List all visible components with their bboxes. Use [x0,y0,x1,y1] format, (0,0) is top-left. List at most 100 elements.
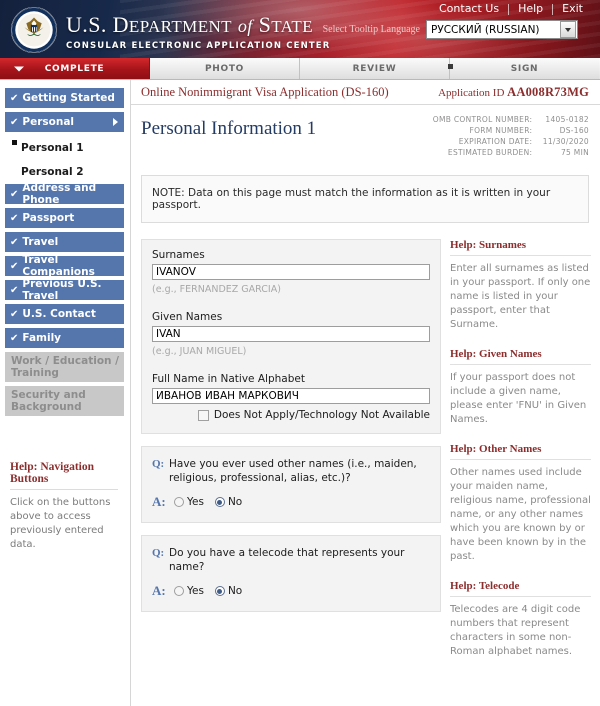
expiration-date-label: EXPIRATION DATE: [458,137,533,146]
telecode-question: Q: Do you have a telecode that represent… [141,535,441,612]
sidebar-subitem-personal-1[interactable]: Personal 1 [5,136,124,160]
names-fieldset: Surnames IVANOV (e.g., FERNANDEZ GARCIA)… [141,239,441,434]
sidebar-item-travel-companions[interactable]: ✔ Travel Companions [5,254,124,278]
sidebar-item-passport[interactable]: ✔ Passport [5,208,124,229]
native-alphabet-input[interactable]: ИВАНОВ ИВАН МАРКОВИЧ [152,388,430,404]
tab-sign[interactable]: SIGN [450,58,599,79]
other-names-yes-option[interactable]: Yes [174,496,204,508]
check-icon: ✔ [10,308,19,320]
surnames-hint: (e.g., FERNANDEZ GARCIA) [152,284,281,295]
sidebar-item-label: Security and Background [11,389,86,413]
given-names-input[interactable]: IVAN [152,326,430,342]
help-title: Help: Telecode [450,580,591,597]
sidebar-item-travel[interactable]: ✔ Travel [5,232,124,253]
sidebar-item-personal[interactable]: ✔ Personal [5,112,124,133]
omb-control-number-row: OMB CONTROL NUMBER: 1405-0182 [433,114,589,125]
check-icon: ✔ [10,92,19,104]
surnames-label: Surnames [152,249,205,261]
check-icon: ✔ [10,116,19,128]
native-alphabet-not-available-row[interactable]: Does Not Apply/Technology Not Available [152,409,430,421]
surnames-input[interactable]: IVANOV [152,264,430,280]
estimated-burden-row: ESTIMATED BURDEN: 75 MIN [433,147,589,158]
sidebar-item-label: Travel [22,236,59,248]
check-icon: ✔ [10,188,19,200]
telecode-yes-option[interactable]: Yes [174,585,204,597]
form-fields-column: Surnames IVANOV (e.g., FERNANDEZ GARCIA)… [131,239,441,675]
tab-sign-label: SIGN [510,63,539,74]
answer-line: A: Yes No [152,583,430,599]
form-number-value: DS-160 [559,126,589,135]
other-names-no-option[interactable]: No [214,496,242,508]
sidebar-item-label: Personal [22,116,75,128]
radio-icon[interactable] [174,586,184,596]
other-names-radio-group[interactable]: Yes No [174,496,248,508]
sidebar-help-navigation-buttons: Help: Navigation Buttons Click on the bu… [5,461,124,552]
sidebar-item-work-education-training: Work / Education / Training [5,352,124,383]
tooltip-language-selector[interactable]: Select Tooltip Language РУССКИЙ (RUSSIAN… [323,20,578,39]
help-title: Help: Given Names [450,348,591,365]
sidebar-item-address-and-phone[interactable]: ✔ Address and Phone [5,182,124,206]
page-body: ✔ Getting Started ✔ Personal Personal 1 … [0,80,600,706]
form-name: Online Nonimmigrant Visa Application (DS… [141,84,389,99]
answer-line: A: Yes No [152,494,430,510]
radio-icon[interactable] [174,497,184,507]
checkbox-icon[interactable] [197,409,209,421]
help-panel: Help: Surnames Enter all surnames as lis… [441,239,591,675]
sidebar-item-family[interactable]: ✔ Family [5,328,124,349]
passport-match-note: NOTE: Data on this page must match the i… [141,175,589,223]
other-names-question: Q: Have you ever used other names (i.e.,… [141,446,441,523]
expiration-date-row: EXPIRATION DATE: 11/30/2020 [433,136,589,147]
contact-us-link[interactable]: Contact Us [430,2,508,16]
tab-review[interactable]: REVIEW [300,58,450,79]
sidebar-item-getting-started[interactable]: ✔ Getting Started [5,88,124,109]
help-other-names: Help: Other Names Other names used inclu… [450,443,591,564]
telecode-no-option[interactable]: No [214,585,242,597]
help-telecode: Help: Telecode Telecodes are 4 digit cod… [450,580,591,659]
question-line: Q: Do you have a telecode that represent… [152,546,430,574]
tab-complete-label: COMPLETE [44,63,105,74]
us-department-of-state-seal-icon [10,6,58,54]
check-icon: ✔ [10,260,19,272]
telecode-radio-group[interactable]: Yes No [174,585,248,597]
field-spacer [152,357,430,373]
chevron-down-icon[interactable] [560,21,576,38]
sidebar-item-label: Family [22,332,62,344]
tab-photo[interactable]: PHOTO [150,58,300,79]
native-alphabet-label: Full Name in Native Alphabet [152,373,305,385]
given-names-label: Given Names [152,311,223,323]
radio-icon-selected[interactable] [214,497,225,507]
help-surnames: Help: Surnames Enter all surnames as lis… [450,239,591,332]
tooltip-language-dropdown[interactable]: РУССКИЙ (RUSSIAN) [426,20,578,39]
answer-tag: A: [152,494,166,509]
sidebar-item-us-contact[interactable]: ✔ U.S. Contact [5,304,124,325]
agency-title-department: EPARTMENT [128,17,232,36]
exit-link[interactable]: Exit [553,2,592,16]
application-id-label: Application ID [438,86,505,99]
sidebar-item-label: U.S. Contact [22,308,96,320]
help-title: Help: Other Names [450,443,591,460]
question-tag: Q: [152,547,165,559]
sidebar-item-previous-us-travel[interactable]: ✔ Previous U.S. Travel [5,278,124,302]
answer-tag: A: [152,583,166,598]
sidebar-navigation: ✔ Getting Started ✔ Personal Personal 1 … [0,80,130,706]
agency-title-us: U.S. D [66,12,129,37]
tab-review-label: REVIEW [352,63,397,74]
help-link[interactable]: Help [509,2,552,16]
form-number-label: FORM NUMBER: [469,126,533,135]
sidebar-subitem-label: Personal 2 [21,166,84,178]
application-id-value: AA008R73MG [507,84,589,99]
sidebar-item-label: Previous U.S. Travel [22,278,102,302]
check-icon: ✔ [10,236,19,248]
help-body: Click on the buttons above to access pre… [10,497,111,550]
top-utility-nav: Contact Us Help Exit [430,2,592,16]
given-names-hint: (e.g., JUAN MIGUEL) [152,346,247,357]
help-title: Help: Navigation Buttons [10,461,118,490]
tab-photo-label: PHOTO [204,63,245,74]
caret-down-icon [14,66,24,71]
tab-complete[interactable]: COMPLETE [0,58,150,79]
radio-label: Yes [187,496,204,508]
form-metadata: OMB CONTROL NUMBER: 1405-0182 FORM NUMBE… [433,114,589,158]
sidebar-item-label: Work / Education / Training [11,355,119,379]
sidebar-subitem-personal-2[interactable]: Personal 2 [5,160,124,184]
radio-icon-selected[interactable] [214,586,225,596]
